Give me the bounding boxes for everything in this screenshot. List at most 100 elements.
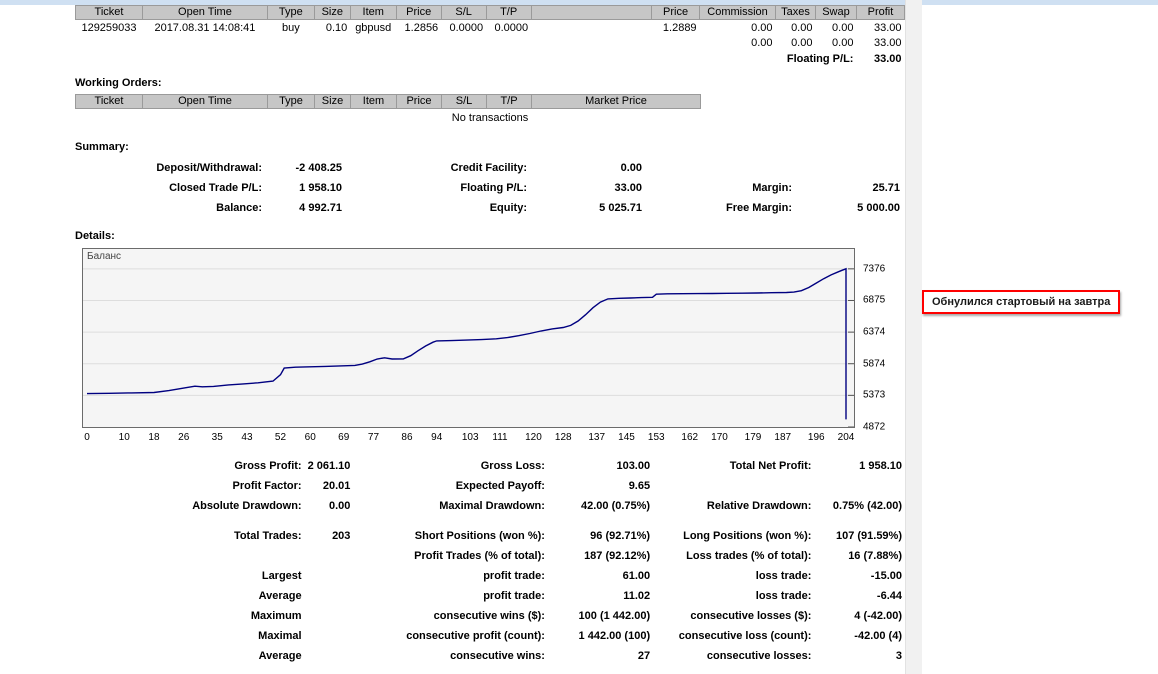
y-axis-label: 7376 (863, 263, 886, 275)
y-axis-label: 5373 (863, 389, 886, 401)
floating-pl-row: Floating P/L: 33.00 (76, 50, 905, 65)
stat-label: Expected Payoff: (455, 480, 545, 492)
stat-label: profit trade: (483, 590, 545, 602)
header-size: Size (313, 5, 351, 20)
stat-value: 107 (91.59%) (835, 530, 902, 542)
header-commission: Commission (699, 5, 777, 20)
x-axis-label: 111 (492, 432, 508, 443)
totals-row: 0.00 0.00 0.00 33.00 (76, 35, 905, 50)
x-axis-label: 52 (274, 432, 287, 443)
summary-value (795, 158, 903, 178)
stat-label: consecutive losses ($): (690, 610, 812, 622)
x-axis-label: 196 (807, 432, 825, 443)
stat-label: Average (258, 650, 302, 662)
x-axis-label: 153 (647, 432, 665, 443)
x-axis-label: 94 (431, 432, 443, 443)
summary-label: Equity: (489, 202, 527, 214)
stat-value: 100 (1 442.00) (578, 610, 651, 622)
chart-plot-area: Баланс (82, 248, 855, 428)
stat-value: 42.00 (0.75%) (581, 500, 651, 512)
stat-value (305, 566, 354, 586)
stat-value (305, 646, 354, 666)
stats-row: Maximum consecutive wins ($): 100 (1 442… (75, 606, 905, 626)
annotation-box: Обнулился стартовый на завтра (922, 290, 1121, 314)
x-axis-label: 0 (84, 432, 90, 443)
x-axis-label: 145 (618, 432, 635, 443)
x-axis-label: 69 (338, 432, 350, 443)
stat-label: loss trade: (755, 570, 812, 582)
x-axis-label: 204 (837, 432, 855, 443)
summary-label: Margin: (752, 182, 792, 194)
stat-label (75, 546, 305, 566)
header-ticket: Ticket (75, 5, 143, 20)
stat-value: 2 061.10 (307, 460, 351, 472)
stat-label: consecutive wins: (450, 650, 545, 662)
stat-label: Short Positions (won %): (414, 530, 545, 542)
cell-size: 0.10 (325, 21, 348, 34)
x-axis-label: 43 (241, 432, 253, 443)
statistics-table: Gross Profit: 2 061.10 Gross Loss: 103.0… (75, 456, 905, 666)
stat-label: Largest (261, 570, 302, 582)
summary-row: Deposit/Withdrawal: -2 408.25 Credit Fac… (75, 158, 903, 178)
stat-value: 20.01 (322, 480, 351, 492)
y-axis-label: 6374 (863, 326, 886, 338)
stat-value: 96 (92.71%) (590, 530, 651, 542)
cell-open-time: 2017.08.31 14:08:41 (154, 21, 256, 34)
stat-value: 203 (332, 530, 351, 542)
stats-row: Profit Factor: 20.01 Expected Payoff: 9.… (75, 476, 905, 496)
stats-row: Absolute Drawdown: 0.00 Maximal Drawdown… (75, 496, 905, 516)
summary-value: 5 000.00 (857, 202, 900, 214)
total-swap: 0.00 (832, 36, 854, 49)
wo-header-price: Price (396, 94, 442, 109)
header-tp: T/P (485, 5, 532, 20)
floating-pl-value: 33.00 (873, 53, 902, 65)
summary-value: 4 992.71 (299, 202, 342, 214)
stat-label: Profit Factor: (232, 480, 302, 492)
working-orders-table: Ticket Open Time Type Size Item Price S/… (75, 94, 701, 109)
stat-label: Gross Profit: (234, 460, 302, 472)
stat-value: 16 (7.88%) (848, 550, 902, 562)
x-axis-label: 179 (744, 432, 762, 443)
stat-value (305, 586, 354, 606)
total-taxes: 0.00 (791, 36, 813, 49)
working-orders-header-row: Ticket Open Time Type Size Item Price S/… (75, 94, 701, 109)
summary-title: Summary: (75, 141, 129, 153)
open-trades-table: Ticket Open Time Type Size Item Price S/… (75, 5, 906, 65)
stat-value: 1 958.10 (859, 460, 902, 472)
stat-value: 9.65 (628, 480, 651, 492)
balance-chart: Баланс 4872 5373 5874 6374 6875 7376 0 10 18 26 3… (82, 248, 905, 446)
x-axis-label: 35 (211, 432, 223, 443)
header-swap: Swap (814, 5, 857, 20)
header-open-time: Open Time (141, 5, 268, 20)
open-trade-row: 129259033 2017.08.31 14:08:41 buy 0.10 g… (76, 20, 905, 36)
wo-header-market-price: Market Price (531, 94, 701, 109)
vertical-scrollbar[interactable] (905, 0, 922, 674)
cell-commission: 0.00 (751, 21, 773, 34)
chart-title: Баланс (87, 251, 122, 262)
cell-price: 1.2856 (404, 21, 439, 34)
balance-line (86, 267, 847, 420)
stat-value: 61.00 (622, 570, 651, 582)
stat-label: Maximum (250, 610, 302, 622)
stat-label (653, 476, 814, 496)
summary-value: 33.00 (614, 182, 642, 194)
stat-label: Gross Loss: (480, 460, 545, 472)
summary-value: 1 958.10 (299, 182, 342, 194)
cell-swap: 0.00 (832, 21, 854, 34)
stat-value (305, 626, 354, 646)
x-axis-label: 162 (681, 432, 699, 443)
stat-label: consecutive wins ($): (433, 610, 545, 622)
wo-header-ticket: Ticket (75, 94, 143, 109)
cell-taxes: 0.00 (791, 21, 813, 34)
stat-label: Total Trades: (233, 530, 302, 542)
stat-label: Loss trades (% of total): (686, 550, 812, 562)
y-axis-label: 6875 (863, 294, 886, 306)
stats-row: Maximal consecutive profit (count): 1 44… (75, 626, 905, 646)
open-trades-header-row: Ticket Open Time Type Size Item Price S/… (75, 5, 906, 20)
header-type: Type (266, 5, 315, 20)
header-item: Item (349, 5, 397, 20)
summary-table: Deposit/Withdrawal: -2 408.25 Credit Fac… (75, 158, 903, 218)
summary-row: Closed Trade P/L: 1 958.10 Floating P/L:… (75, 178, 903, 198)
stat-value: 103.00 (616, 460, 651, 472)
cell-ticket: 129259033 (81, 21, 137, 34)
